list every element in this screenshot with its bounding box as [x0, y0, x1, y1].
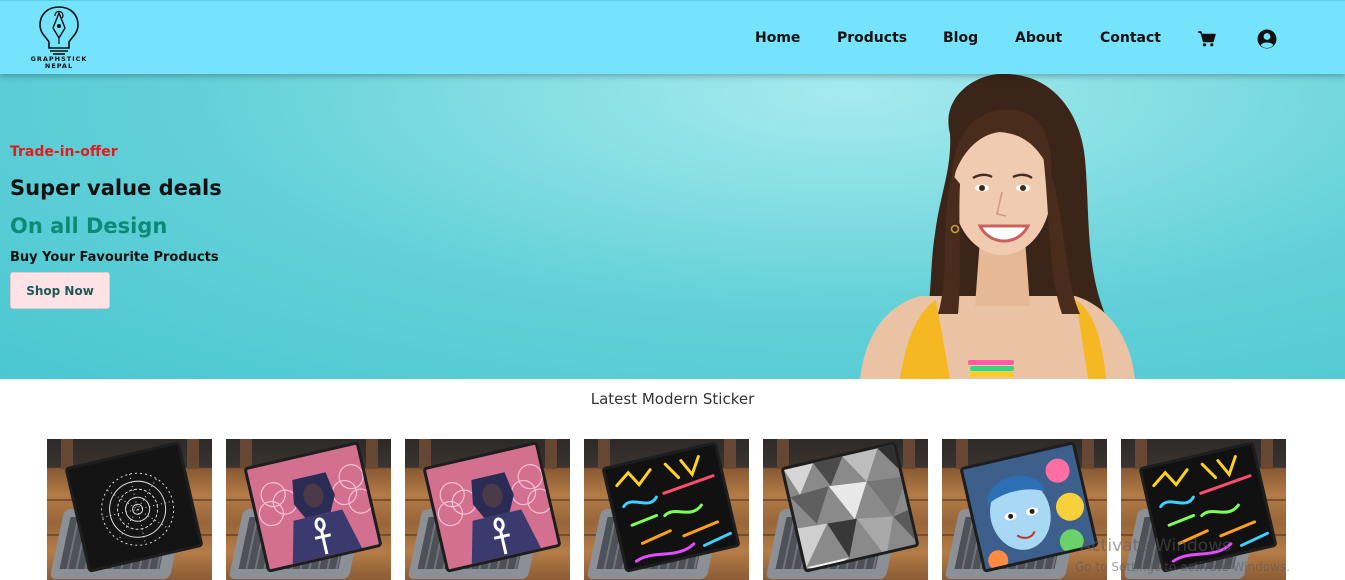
- hero-model-image: [860, 74, 1135, 379]
- chair-decor: [1082, 439, 1094, 469]
- section-title-latest: Latest Modern Sticker: [590, 390, 755, 408]
- product-card-4[interactable]: [584, 439, 749, 580]
- nav-home[interactable]: Home: [755, 30, 800, 46]
- chair-decor: [1135, 439, 1147, 469]
- os-activation-watermark: Activate Windows: [1080, 536, 1231, 556]
- hero-headline: Super value deals: [10, 176, 222, 200]
- cart-icon[interactable]: [1198, 31, 1216, 51]
- laptop-lid-sticker: [601, 441, 741, 573]
- laptop-lid-sticker: [959, 441, 1099, 573]
- nav-contact[interactable]: Contact: [1100, 30, 1161, 46]
- pharaoh-design: [258, 464, 374, 571]
- product-card-1[interactable]: [47, 439, 212, 580]
- nav-products[interactable]: Products: [837, 30, 907, 46]
- mandala-design: [101, 472, 175, 546]
- chair-decor: [187, 439, 199, 469]
- product-card-7[interactable]: [1121, 439, 1286, 580]
- chair-decor: [956, 439, 968, 469]
- chair-decor: [724, 439, 736, 469]
- hero-tagline: Buy Your Favourite Products: [10, 250, 219, 265]
- logo-wordmark: GRAPHSTICK NEPAL: [24, 56, 94, 70]
- hero-kicker: Trade-in-offer: [10, 144, 118, 160]
- geometric-design: [783, 443, 920, 571]
- laptop-lid-sticker: [64, 441, 204, 573]
- product-card-6[interactable]: [942, 439, 1107, 580]
- pharaoh-design: [437, 464, 553, 571]
- lightbulb-logo-icon: [39, 6, 79, 55]
- chair-decor: [1261, 439, 1273, 469]
- laptop-lid-sticker: [422, 441, 562, 573]
- chair-decor: [777, 439, 789, 469]
- cartoon-face-design: [987, 458, 1084, 571]
- user-account-icon[interactable]: [1257, 29, 1277, 53]
- chair-decor: [903, 439, 915, 469]
- chair-decor: [419, 439, 431, 469]
- laptop-lid-sticker: [243, 441, 383, 573]
- site-header: GRAPHSTICK NEPAL Home Products Blog Abou…: [0, 0, 1345, 74]
- os-activation-hint: Go to Settings to activate Windows.: [1075, 560, 1290, 574]
- hero-banner: Trade-in-offer Super value deals On all …: [0, 74, 1345, 379]
- product-card-2[interactable]: [226, 439, 391, 580]
- hero-subheadline: On all Design: [10, 214, 168, 238]
- chair-decor: [61, 439, 73, 469]
- product-card-5[interactable]: [763, 439, 928, 580]
- product-card-3[interactable]: [405, 439, 570, 580]
- nav-blog[interactable]: Blog: [943, 30, 978, 46]
- chair-decor: [366, 439, 378, 469]
- graffiti-design: [615, 455, 732, 563]
- laptop-lid-sticker: [780, 441, 920, 573]
- shop-now-button[interactable]: Shop Now: [10, 272, 110, 309]
- logo-line-2: NEPAL: [44, 62, 74, 70]
- site-logo[interactable]: GRAPHSTICK NEPAL: [24, 4, 94, 72]
- chair-decor: [598, 439, 610, 469]
- chair-decor: [240, 439, 252, 469]
- chair-decor: [545, 439, 557, 469]
- nav-about[interactable]: About: [1015, 30, 1062, 46]
